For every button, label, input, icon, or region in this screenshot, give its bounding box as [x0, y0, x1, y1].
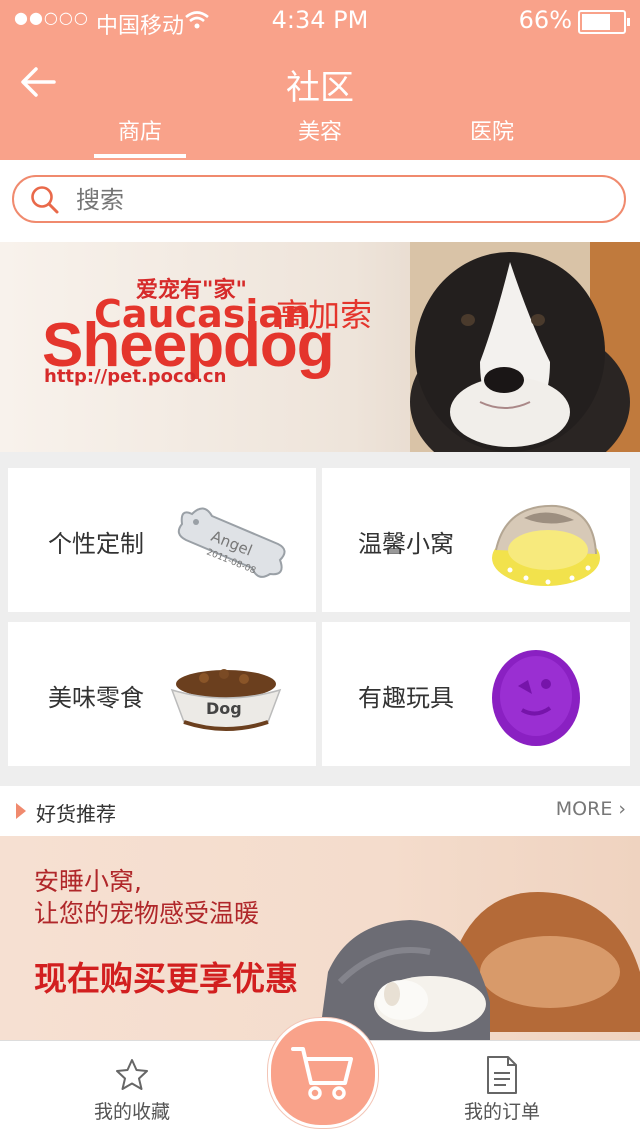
document-icon — [487, 1056, 517, 1094]
search-icon — [31, 186, 59, 214]
promo-line-3: 现在购买更享优惠 — [34, 959, 298, 998]
cart-icon — [291, 1047, 353, 1100]
promo-banner[interactable]: 爱宠有"家" Caucasian 高加索 Sheepdog http://pet… — [0, 242, 640, 452]
promo-line-2: 让您的宠物感受温暖 — [34, 899, 260, 928]
tab-label: 商店 — [117, 120, 162, 145]
header: ●●○○○ 中国移动 4:34 PM 66% 社区 商店 美容 医院 — [0, 0, 640, 160]
bone-tag-icon: Angel 2011-08-08 — [177, 507, 286, 578]
recommend-header: 好货推荐 MORE › — [0, 786, 640, 836]
category-label: 温馨小窝 — [358, 530, 454, 558]
category-label: 有趣玩具 — [358, 684, 454, 712]
cart-button[interactable] — [268, 1018, 378, 1128]
tab-hospital[interactable]: 医院 — [432, 114, 552, 146]
search-bar[interactable] — [12, 175, 626, 223]
puppy-image — [410, 242, 640, 452]
star-icon — [116, 1059, 148, 1090]
page-title: 社区 — [286, 68, 354, 108]
battery-icon — [578, 10, 630, 34]
chevron-right-icon: › — [618, 798, 626, 820]
pet-bed-icon — [492, 504, 600, 586]
nav-favorites[interactable]: 我的收藏 — [52, 1041, 212, 1137]
category-label: 美味零食 — [48, 684, 144, 712]
search-section — [0, 160, 640, 242]
status-bar: ●●○○○ 中国移动 4:34 PM 66% — [0, 0, 640, 40]
recommend-title: 好货推荐 — [36, 802, 116, 826]
promo-card[interactable]: 安睡小窝, 让您的宠物感受温暖 现在购买更享优惠 — [0, 836, 640, 1040]
frisbee-icon — [492, 650, 580, 746]
more-label: MORE — [555, 798, 613, 820]
more-link[interactable]: MORE › — [556, 798, 626, 820]
tab-label: 医院 — [469, 120, 514, 145]
pet-bed-product-image — [320, 892, 640, 1040]
category-toys[interactable]: 有趣玩具 — [322, 622, 630, 766]
nav-label: 我的收藏 — [93, 1101, 170, 1123]
category-bed[interactable]: 温馨小窝 — [322, 468, 630, 612]
section-marker-icon — [16, 803, 26, 819]
nav-orders[interactable]: 我的订单 — [422, 1041, 582, 1137]
search-input[interactable] — [74, 183, 598, 217]
tab-bar: 商店 美容 医院 — [0, 114, 640, 160]
bowl-text: Dog — [206, 699, 242, 718]
category-custom[interactable]: 个性定制 Angel 2011-08-08 — [8, 468, 316, 612]
nav-label: 我的订单 — [463, 1101, 540, 1123]
category-grid: 个性定制 Angel 2011-08-08 温馨小窝 美味零食 Dog 有趣玩具 — [0, 452, 640, 782]
tab-shop[interactable]: 商店 — [80, 114, 200, 158]
battery-percent: 66% — [518, 6, 572, 34]
category-label: 个性定制 — [48, 530, 144, 558]
dog-bowl-icon: Dog — [170, 669, 282, 731]
promo-line-1: 安睡小窝, — [34, 867, 142, 896]
category-snacks[interactable]: 美味零食 Dog — [8, 622, 316, 766]
active-tab-indicator — [94, 154, 186, 158]
tab-label: 美容 — [297, 120, 342, 145]
banner-url: http://pet.poco.cn — [44, 366, 227, 387]
tab-beauty[interactable]: 美容 — [260, 114, 380, 146]
